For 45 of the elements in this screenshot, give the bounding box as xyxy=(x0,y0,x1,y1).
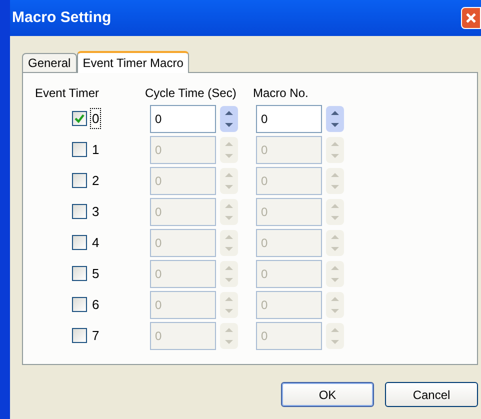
number-field[interactable]: 0 xyxy=(150,198,216,226)
spinner[interactable] xyxy=(220,106,238,132)
column-header: Macro No. xyxy=(253,85,308,102)
number-field[interactable]: 0 xyxy=(150,260,216,288)
timer-label: 3 xyxy=(91,202,100,221)
timer-label: 0 xyxy=(90,108,102,130)
check-icon xyxy=(74,113,85,124)
number-field[interactable]: 0 xyxy=(150,104,216,132)
dialog-button[interactable]: Cancel xyxy=(385,382,478,407)
column-header: Cycle Time (Sec) xyxy=(145,85,238,102)
number-field[interactable]: 0 xyxy=(150,228,216,256)
number-field[interactable]: 0 xyxy=(150,322,216,350)
spinner[interactable] xyxy=(326,106,344,132)
checkbox[interactable] xyxy=(72,142,87,157)
number-field[interactable]: 0 xyxy=(256,290,322,318)
timer-label: 1 xyxy=(91,140,100,159)
number-field[interactable]: 0 xyxy=(256,136,322,164)
number-field[interactable]: 0 xyxy=(256,260,322,288)
window-title: Macro Setting xyxy=(12,8,112,28)
checkbox[interactable] xyxy=(72,235,87,250)
close-button[interactable] xyxy=(461,7,481,29)
tab[interactable]: Event Timer Macro xyxy=(76,51,190,73)
dialog-button[interactable]: OK xyxy=(281,382,374,407)
checkbox[interactable] xyxy=(72,266,87,281)
number-field[interactable]: 0 xyxy=(256,228,322,256)
number-field[interactable]: 0 xyxy=(256,322,322,350)
number-field[interactable]: 0 xyxy=(256,166,322,194)
tab[interactable]: General xyxy=(22,53,77,72)
number-field[interactable]: 0 xyxy=(150,166,216,194)
timer-label: 5 xyxy=(91,264,100,283)
column-header: Event Timer xyxy=(35,85,100,102)
checkbox[interactable] xyxy=(72,111,87,126)
timer-label: 7 xyxy=(91,326,100,345)
timer-label: 2 xyxy=(91,172,100,190)
number-field[interactable]: 0 xyxy=(256,104,322,132)
timer-label: 6 xyxy=(91,296,100,314)
number-field[interactable]: 0 xyxy=(150,290,216,318)
timer-label: 4 xyxy=(91,234,100,252)
checkbox[interactable] xyxy=(72,297,87,312)
number-field[interactable]: 0 xyxy=(256,198,322,226)
checkbox[interactable] xyxy=(72,204,87,219)
checkbox[interactable] xyxy=(72,173,87,188)
checkbox[interactable] xyxy=(72,328,87,343)
close-icon xyxy=(465,12,477,24)
number-field[interactable]: 0 xyxy=(150,136,216,164)
